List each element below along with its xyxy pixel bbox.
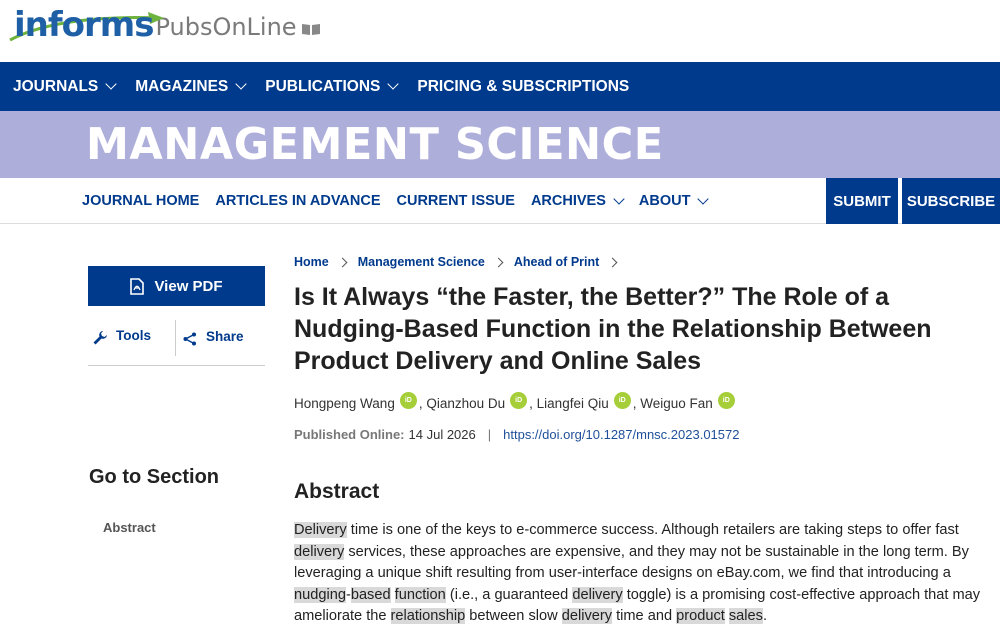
informs-logo[interactable]: informs PubsOnLine — [9, 8, 321, 42]
abstract-text-segment: (i.e., a guaranteed — [445, 586, 573, 603]
breadcrumb-management-science[interactable]: Management Science — [358, 255, 485, 269]
published-date: 14 Jul 2026 — [408, 427, 476, 442]
orcid-icon[interactable]: iD — [717, 392, 735, 409]
abstract-text-segment: between slow — [465, 608, 562, 625]
chevron-right-icon — [607, 257, 618, 267]
highlighted-term: delivery — [572, 586, 623, 603]
orcid-icon[interactable]: iD — [613, 392, 631, 409]
highlighted-term: based — [350, 586, 391, 603]
divider: | — [487, 427, 492, 442]
breadcrumb: Home Management Science Ahead of Print — [294, 255, 628, 269]
share-button[interactable]: Share — [183, 326, 244, 346]
top-nav: JOURNALS MAGAZINES PUBLICATIONS PRICING … — [0, 62, 1000, 111]
logo-pubsonline-text: PubsOnLine — [155, 13, 297, 41]
nav-publications[interactable]: PUBLICATIONS — [265, 78, 400, 96]
go-to-section-heading: Go to Section — [89, 466, 219, 488]
logo-informs-text: informs — [9, 8, 164, 42]
breadcrumb-ahead-of-print[interactable]: Ahead of Print — [514, 255, 599, 269]
jnav-archives[interactable]: ARCHIVES — [531, 192, 625, 209]
book-icon — [301, 24, 320, 35]
jnav-current-issue[interactable]: CURRENT ISSUE — [397, 193, 515, 209]
abstract-heading: Abstract — [294, 480, 380, 503]
author-name[interactable]: Hongpeng Wang — [294, 396, 395, 411]
highlighted-term: sales — [728, 608, 763, 625]
nav-pricing-subscriptions[interactable]: PRICING & SUBSCRIPTIONS — [417, 78, 629, 96]
chevron-down-icon — [105, 78, 117, 90]
site-header: informs PubsOnLine — [0, 0, 1000, 62]
tools-button[interactable]: Tools — [92, 324, 151, 346]
submit-button[interactable]: SUBMIT — [826, 178, 898, 224]
breadcrumb-home[interactable]: Home — [294, 255, 329, 269]
author-name[interactable]: Liangfei Qiu — [537, 396, 609, 411]
chevron-down-icon — [235, 78, 247, 90]
jnav-articles-in-advance[interactable]: ARTICLES IN ADVANCE — [215, 193, 380, 209]
abstract-text-segment: . — [762, 608, 768, 625]
divider — [175, 320, 176, 356]
nav-magazines[interactable]: MAGAZINES — [135, 78, 247, 96]
nav-journals[interactable]: JOURNALS — [13, 78, 117, 96]
orcid-icon[interactable]: iD — [399, 392, 417, 409]
article-title: Is It Always “the Faster, the Better?” T… — [294, 283, 932, 375]
highlighted-term: relationship — [390, 608, 466, 625]
journal-banner: MANAGEMENT SCIENCE — [0, 111, 1000, 178]
wrench-icon — [93, 331, 107, 345]
tools-share-row: Tools Share — [88, 318, 265, 366]
tools-label: Tools — [116, 327, 151, 343]
jnav-journal-home[interactable]: JOURNAL HOME — [82, 193, 199, 209]
chevron-right-icon — [337, 257, 348, 267]
orcid-icon[interactable]: iD — [510, 392, 528, 409]
chevron-down-icon — [387, 78, 400, 90]
abstract-text-segment: time is one of the keys to e-commerce su… — [346, 522, 959, 538]
author-list: Hongpeng Wang iD, Qianzhou Du iD, Liangf… — [294, 392, 737, 415]
highlighted-term: nudging — [294, 586, 346, 603]
author-name[interactable]: Weiguo Fan — [640, 396, 713, 411]
share-icon — [183, 332, 196, 346]
view-pdf-button[interactable]: View PDF — [88, 266, 265, 306]
pdf-icon — [130, 277, 145, 295]
share-label: Share — [206, 328, 244, 344]
abstract-body: Delivery time is one of the keys to e-co… — [294, 520, 988, 628]
abstract-text-segment: time and — [612, 608, 677, 625]
jnav-about[interactable]: ABOUT — [639, 192, 710, 209]
journal-title[interactable]: MANAGEMENT SCIENCE — [86, 119, 664, 170]
highlighted-term: delivery — [561, 608, 613, 625]
view-pdf-label: View PDF — [154, 277, 223, 295]
chevron-down-icon — [613, 192, 625, 205]
highlighted-term: Delivery — [294, 522, 347, 538]
section-link-abstract[interactable]: Abstract — [103, 520, 156, 535]
highlighted-term: function — [394, 586, 446, 603]
author-name[interactable]: Qianzhou Du — [426, 396, 505, 411]
highlighted-term: product — [676, 608, 725, 625]
doi-link[interactable]: https://doi.org/10.1287/mnsc.2023.01572 — [503, 427, 739, 442]
subscribe-button[interactable]: SUBSCRIBE — [902, 178, 1000, 224]
chevron-right-icon — [493, 257, 504, 267]
publication-info: Published Online: 14 Jul 2026 | https://… — [294, 427, 739, 442]
highlighted-term: delivery — [294, 543, 345, 560]
abstract-text-segment: services, these approaches are expensive… — [294, 543, 969, 582]
published-label: Published Online: — [294, 427, 405, 442]
chevron-down-icon — [697, 192, 710, 205]
